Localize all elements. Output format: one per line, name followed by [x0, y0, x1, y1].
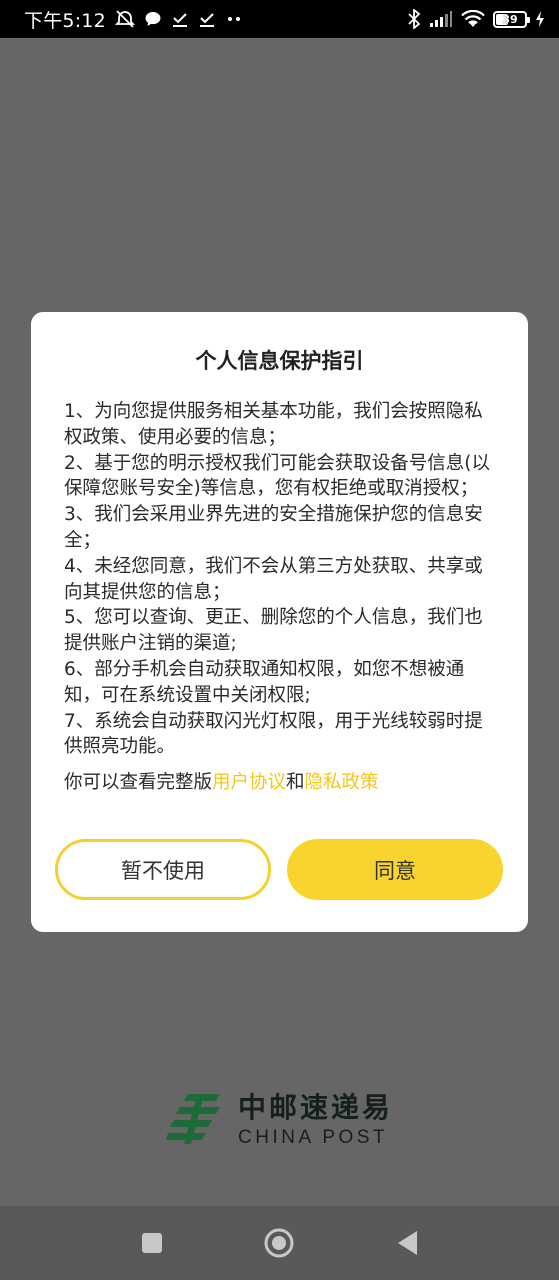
policy-item-5: 5、您可以查询、更正、删除您的个人信息，我们也提供账户注销的渠道; — [64, 607, 483, 655]
policy-item-7: 7、系统会自动获取闪光灯权限，用于光线较弱时提供照亮功能。 — [64, 710, 483, 758]
decline-button[interactable]: 暂不使用 — [55, 839, 271, 900]
more-dots-icon — [225, 15, 243, 23]
agree-button[interactable]: 同意 — [287, 839, 503, 900]
back-icon[interactable] — [393, 1228, 423, 1258]
status-time: 下午5:12 — [24, 9, 106, 32]
alarm-off-icon — [114, 9, 135, 29]
chat-bubble-icon — [144, 10, 162, 28]
china-post-emblem-icon — [166, 1092, 222, 1150]
logo-name-en: CHINA POST — [238, 1127, 389, 1148]
links-prefix: 你可以查看完整版 — [64, 772, 213, 793]
navigation-bar — [0, 1206, 559, 1280]
logo-name-cn: 中邮速递易 — [238, 1091, 394, 1124]
download-done-icon — [171, 10, 189, 28]
policy-item-3: 3、我们会采用业界先进的安全措施保护您的信息安全； — [64, 504, 483, 551]
policy-item-1: 1、为向您提供服务相关基本功能，我们会按照隐私权政策、使用必要的信息； — [64, 401, 483, 448]
wifi-icon — [461, 10, 485, 28]
status-bar: 下午5:12 39 — [0, 0, 559, 38]
policy-item-6: 6、部分手机会自动获取通知权限，如您不想被通知，可在系统设置中关闭权限; — [64, 658, 465, 706]
policy-item-4: 4、未经您同意，我们不会从第三方处获取、共享或向其提供您的信息； — [64, 555, 483, 603]
dialog-body: 1、为向您提供服务相关基本功能，我们会按照隐私权政策、使用必要的信息； 2、基于… — [64, 399, 494, 760]
download-done-icon — [198, 10, 216, 28]
charging-icon — [535, 10, 545, 28]
privacy-dialog: 个人信息保护指引 1、为向您提供服务相关基本功能，我们会按照隐私权政策、使用必要… — [31, 312, 528, 932]
bluetooth-icon — [407, 9, 421, 29]
battery-level: 39 — [502, 12, 518, 26]
battery-icon: 39 — [493, 10, 530, 28]
recent-apps-icon[interactable] — [137, 1228, 167, 1258]
home-icon[interactable] — [264, 1228, 294, 1258]
china-post-logo: 中邮速递易 CHINA POST — [166, 1092, 393, 1150]
dialog-title: 个人信息保护指引 — [195, 349, 364, 373]
privacy-policy-link[interactable]: 隐私政策 — [305, 772, 379, 793]
user-agreement-link[interactable]: 用户协议 — [212, 772, 286, 793]
policy-item-2: 2、基于您的明示授权我们可能会获取设备号信息(以保障您账号安全)等信息，您有权拒… — [64, 452, 490, 500]
agreement-links-line: 你可以查看完整版用户协议和隐私政策 — [64, 770, 379, 796]
signal-icon — [429, 10, 453, 28]
links-conjunction: 和 — [286, 772, 305, 793]
